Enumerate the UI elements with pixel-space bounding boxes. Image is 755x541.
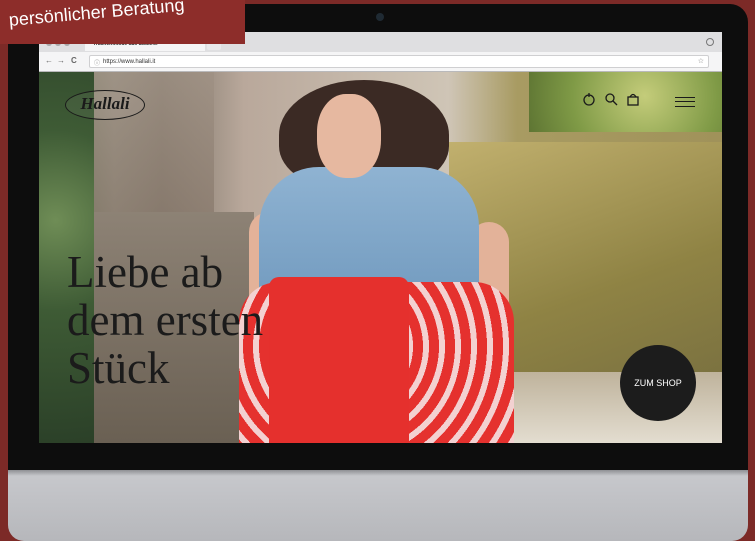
cart-icon[interactable] — [626, 92, 640, 106]
account-icon[interactable] — [582, 92, 596, 106]
camera-icon — [376, 13, 384, 21]
headline-line-1: Liebe ab — [67, 247, 224, 297]
monitor-chin — [8, 470, 748, 541]
promo-banner: persönlicher Beratung — [0, 0, 245, 44]
url-text: https://www.hallali.it — [103, 59, 156, 65]
monitor-screen: Trachtenmode aus Südtirol × ← → C ⓘ http… — [39, 32, 722, 443]
profile-icon[interactable] — [706, 38, 714, 46]
navigation-bar: ← → C ⓘ https://www.hallali.it ☆ — [39, 52, 722, 71]
address-bar[interactable]: ⓘ https://www.hallali.it ☆ — [89, 55, 709, 68]
shop-button[interactable]: ZUM SHOP — [620, 345, 696, 421]
hero-headline: Liebe ab dem ersten Stück — [67, 248, 263, 392]
site-logo[interactable]: Hallali — [65, 90, 145, 120]
back-icon[interactable]: ← — [45, 56, 53, 65]
info-icon: ⓘ — [94, 61, 101, 67]
forward-icon[interactable]: → — [57, 56, 65, 65]
promo-banner-text: persönlicher Beratung — [8, 0, 186, 30]
headline-line-3: Stück — [67, 343, 170, 393]
search-icon[interactable] — [604, 92, 618, 106]
bookmark-star-icon[interactable]: ☆ — [698, 57, 704, 65]
menu-icon[interactable] — [675, 97, 695, 107]
website-hero: Hallali Liebe ab dem ersten Stück ZUM SH… — [39, 72, 722, 443]
reload-icon[interactable]: C — [71, 56, 77, 65]
imac-mockup: Trachtenmode aus Südtirol × ← → C ⓘ http… — [8, 4, 748, 541]
monitor-bezel: Trachtenmode aus Südtirol × ← → C ⓘ http… — [8, 4, 748, 470]
headline-line-2: dem ersten — [67, 295, 264, 345]
